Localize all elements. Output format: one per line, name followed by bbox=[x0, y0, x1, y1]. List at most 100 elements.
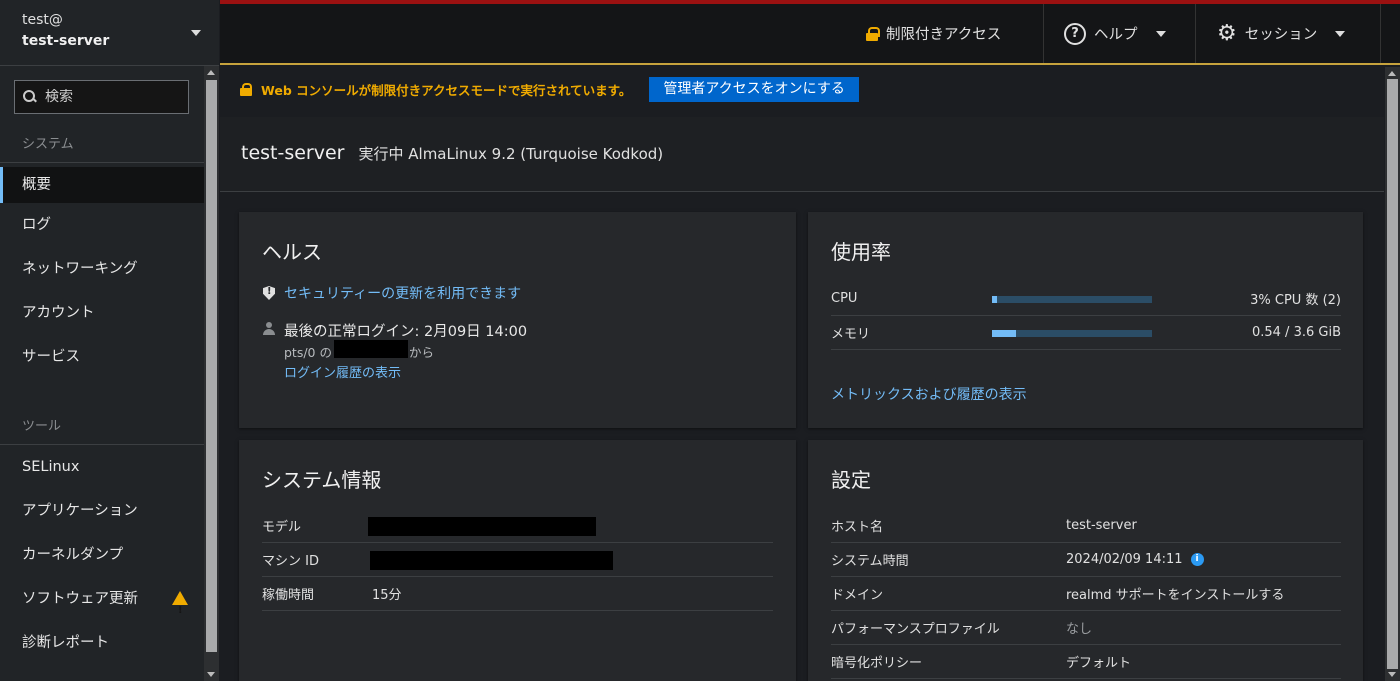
sidebar-item-services[interactable]: サービス bbox=[0, 339, 204, 383]
sidebar-item-label: 診断レポート bbox=[22, 635, 109, 651]
sidebar-item-kdump[interactable]: カーネルダンプ bbox=[0, 537, 204, 581]
session-menu-button[interactable]: ⚙ セッション bbox=[1195, 4, 1380, 63]
sidebar-item-selinux[interactable]: SELinux bbox=[0, 449, 204, 493]
usage-row-cpu: CPU 3% CPU 数 (2) bbox=[831, 282, 1341, 316]
sidebar-scrollbar[interactable] bbox=[204, 66, 219, 681]
config-row-hostname: ホスト名 test-server bbox=[831, 509, 1341, 543]
session-label: セッション bbox=[1244, 27, 1318, 43]
os-info: 実行中 AlmaLinux 9.2 (Turquoise Kodkod) bbox=[358, 145, 664, 163]
sidebar-item-label: SELinux bbox=[22, 459, 80, 475]
config-label: ドメイン bbox=[831, 588, 884, 603]
memory-usage-fill bbox=[992, 330, 1016, 337]
limited-access-label: 制限付きアクセス bbox=[886, 27, 1002, 43]
main-scroll-thumb[interactable] bbox=[1387, 79, 1398, 669]
warning-icon bbox=[172, 591, 188, 629]
top-bar: 制限付きアクセス ? ヘルプ ⚙ セッション bbox=[220, 4, 1400, 65]
config-value: test-server bbox=[1066, 518, 1137, 533]
info-value: 15分 bbox=[372, 588, 402, 603]
host-user: test@ bbox=[22, 12, 63, 28]
info-row-model: モデル bbox=[262, 509, 773, 543]
page-title: test-server bbox=[241, 142, 345, 164]
main-content: Web コンソールが制限付きアクセスモードで実行されています。 管理者アクセスを… bbox=[220, 67, 1384, 681]
card-title: ヘルス bbox=[262, 240, 322, 264]
sidebar-item-applications[interactable]: アプリケーション bbox=[0, 493, 204, 537]
login-from-prefix: pts/0 の bbox=[284, 345, 332, 360]
lock-icon bbox=[240, 82, 254, 97]
scroll-down-arrow-icon[interactable] bbox=[207, 672, 215, 677]
cpu-usage-fill bbox=[992, 296, 997, 303]
redacted-block bbox=[370, 551, 613, 570]
cpu-usage-bar bbox=[992, 296, 1152, 303]
main-scrollbar[interactable] bbox=[1385, 67, 1400, 681]
config-value[interactable]: なし bbox=[1066, 618, 1092, 637]
limited-access-alert: Web コンソールが制限付きアクセスモードで実行されています。 管理者アクセスを… bbox=[240, 77, 859, 102]
info-icon[interactable]: i bbox=[1190, 553, 1204, 566]
search-input[interactable] bbox=[45, 89, 175, 105]
enable-admin-access-button[interactable]: 管理者アクセスをオンにする bbox=[649, 77, 859, 102]
config-row-crypto-policy: 暗号化ポリシー デフォルト bbox=[831, 645, 1341, 679]
usage-card: 使用率 CPU 3% CPU 数 (2) メモリ 0.54 / 3.6 GiB … bbox=[808, 212, 1363, 428]
config-row-domain: ドメイン realmd サポートをインストールする bbox=[831, 577, 1341, 611]
login-history-link[interactable]: ログイン履歴の表示 bbox=[284, 362, 401, 381]
health-card: ヘルス セキュリティーの更新を利用できます 最後の正常ログイン: 2月09日 1… bbox=[239, 212, 796, 428]
shield-icon bbox=[263, 286, 275, 300]
info-label: マシン ID bbox=[262, 554, 319, 569]
system-info-card: システム情報 モデル マシン ID 稼働時間 15分 bbox=[239, 440, 796, 681]
sidebar-item-networking[interactable]: ネットワーキング bbox=[0, 251, 204, 295]
card-title: 使用率 bbox=[831, 240, 891, 264]
help-label: ヘルプ bbox=[1094, 27, 1138, 43]
host-name: test-server bbox=[22, 33, 110, 49]
user-icon bbox=[263, 322, 275, 336]
sidebar-item-accounts[interactable]: アカウント bbox=[0, 295, 204, 339]
sidebar-item-label: ネットワーキング bbox=[22, 261, 138, 277]
search-icon bbox=[23, 90, 37, 104]
sidebar-item-diagnostic-reports[interactable]: 診断レポート bbox=[0, 625, 204, 669]
login-from-suffix: から bbox=[409, 345, 435, 360]
divider bbox=[1043, 4, 1044, 63]
metrics-history-link[interactable]: メトリックスおよび履歴の表示 bbox=[831, 384, 1027, 404]
chevron-down-icon bbox=[191, 30, 201, 36]
scroll-down-arrow-icon[interactable] bbox=[1388, 672, 1396, 677]
config-value-time[interactable]: 2024/02/09 14:11 i bbox=[1066, 552, 1204, 567]
config-value: 2024/02/09 14:11 bbox=[1066, 552, 1183, 567]
scroll-up-arrow-icon[interactable] bbox=[1388, 71, 1396, 76]
config-label: システム時間 bbox=[831, 554, 909, 569]
sidebar-item-label: 概要 bbox=[22, 177, 51, 193]
config-value[interactable]: デフォルト bbox=[1066, 652, 1131, 671]
config-value[interactable]: realmd サポートをインストールする bbox=[1066, 584, 1284, 603]
scroll-up-arrow-icon[interactable] bbox=[207, 70, 215, 75]
sidebar-scroll-thumb[interactable] bbox=[206, 80, 217, 652]
host-switcher[interactable]: test@ test-server bbox=[0, 0, 219, 66]
limited-access-button[interactable]: 制限付きアクセス bbox=[866, 4, 1042, 63]
gear-icon: ⚙ bbox=[1217, 20, 1237, 46]
usage-label: CPU bbox=[831, 291, 858, 306]
sidebar-item-label: ソフトウェア更新 bbox=[22, 591, 138, 607]
help-menu-button[interactable]: ? ヘルプ bbox=[1043, 4, 1195, 63]
memory-usage-bar bbox=[992, 330, 1152, 337]
divider bbox=[1380, 4, 1381, 63]
usage-row-memory: メモリ 0.54 / 3.6 GiB bbox=[831, 316, 1341, 350]
security-updates-link[interactable]: セキュリティーの更新を利用できます bbox=[284, 283, 521, 303]
info-row-machine-id: マシン ID bbox=[262, 543, 773, 577]
card-title: 設定 bbox=[831, 468, 871, 492]
info-label: モデル bbox=[262, 520, 302, 535]
sidebar-item-logs[interactable]: ログ bbox=[0, 207, 204, 251]
usage-value: 0.54 / 3.6 GiB bbox=[1251, 325, 1341, 340]
divider bbox=[1195, 4, 1196, 63]
info-row-uptime: 稼働時間 15分 bbox=[262, 577, 773, 611]
config-row-system-time: システム時間 2024/02/09 14:11 i bbox=[831, 543, 1341, 577]
sidebar-item-overview[interactable]: 概要 bbox=[0, 167, 204, 203]
chevron-down-icon bbox=[1155, 30, 1166, 37]
sidebar-item-software-updates[interactable]: ソフトウェア更新 bbox=[0, 581, 204, 629]
info-label: 稼働時間 bbox=[262, 588, 315, 603]
config-label: パフォーマンスプロファイル bbox=[831, 622, 1000, 637]
alert-text: Web コンソールが制限付きアクセスモードで実行されています。 bbox=[261, 83, 632, 98]
search-box[interactable] bbox=[14, 80, 189, 114]
sidebar-item-label: ログ bbox=[22, 217, 51, 233]
system-heading: システム bbox=[0, 127, 204, 163]
sidebar-item-label: アカウント bbox=[22, 305, 95, 321]
last-login: 最後の正常ログイン: 2月09日 14:00 bbox=[284, 324, 528, 340]
page-header: test-server 実行中 AlmaLinux 9.2 (Turquoise… bbox=[220, 117, 1384, 192]
sidebar-item-label: カーネルダンプ bbox=[22, 547, 124, 563]
tools-heading: ツール bbox=[0, 409, 204, 445]
